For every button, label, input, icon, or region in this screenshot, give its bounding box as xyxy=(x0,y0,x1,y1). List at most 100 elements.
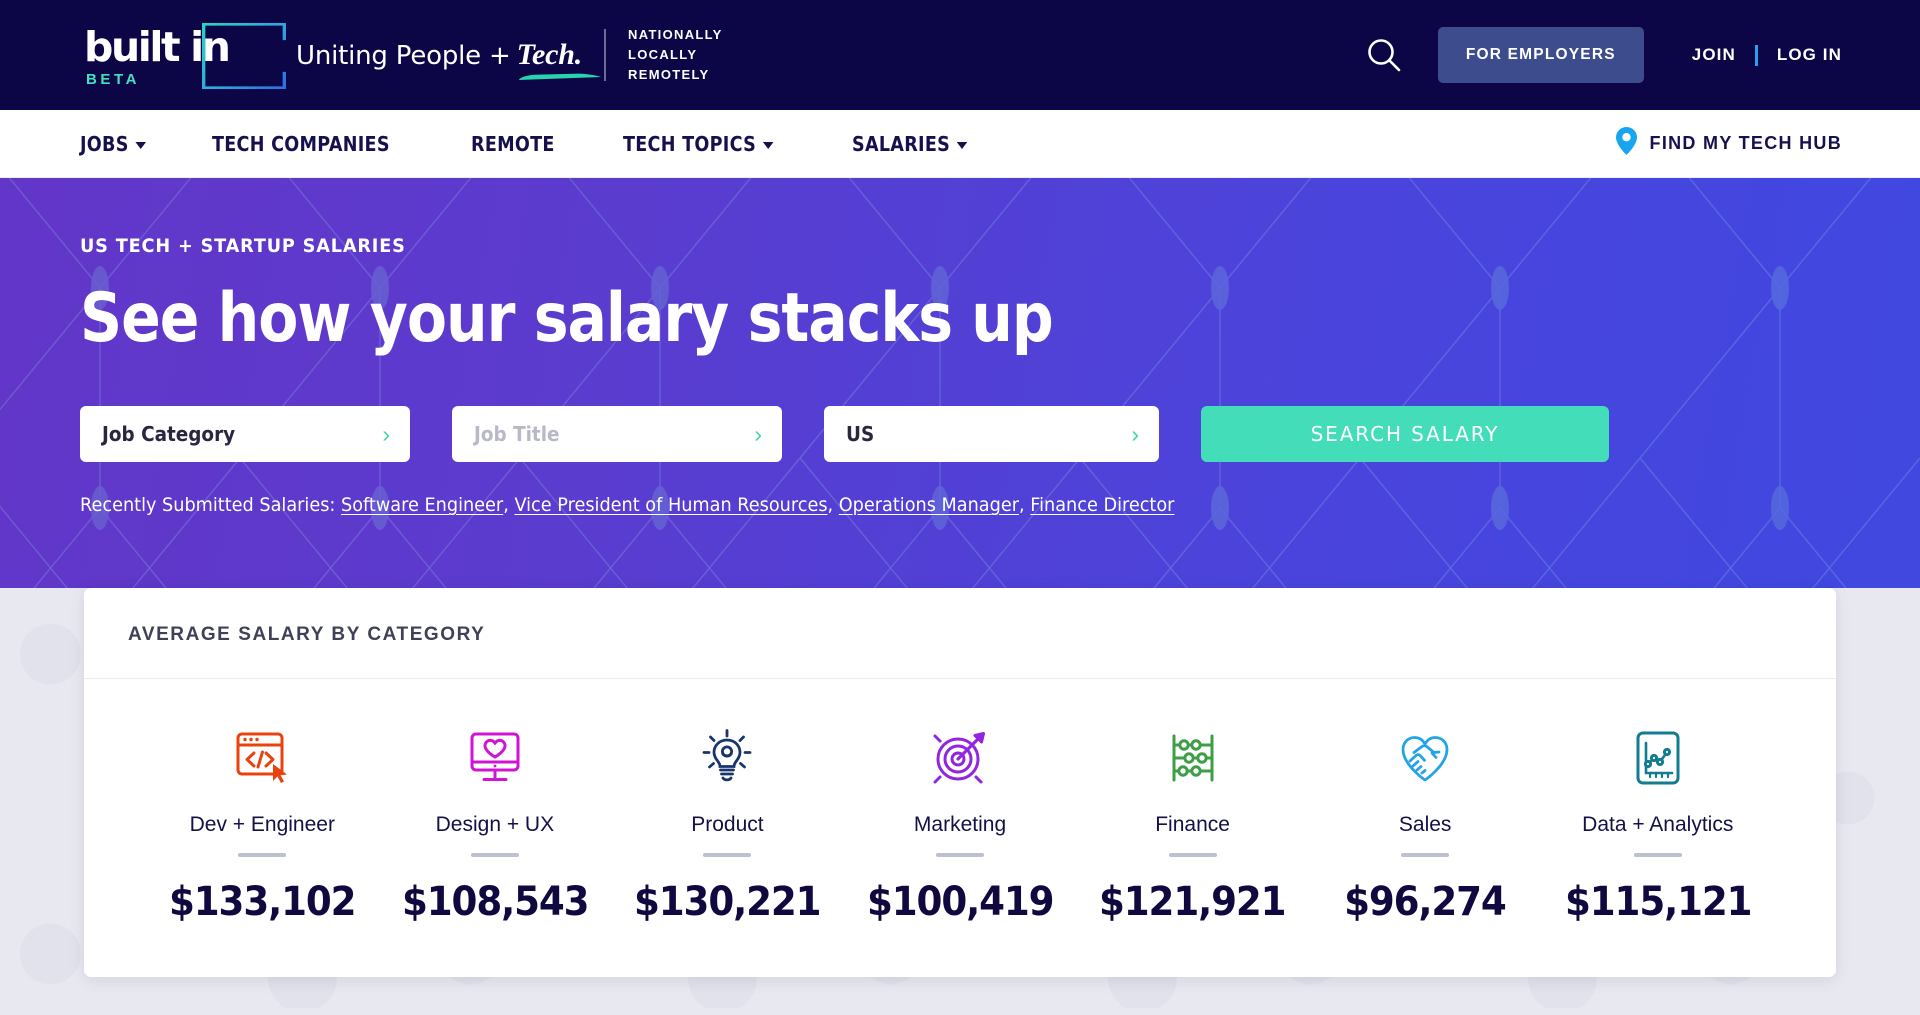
tagline-remotely: REMOTELY xyxy=(628,67,710,83)
top-header-bar: built in BETA Uniting People + Tech. NATI… xyxy=(0,0,1920,110)
nav-item-label: JOBS xyxy=(80,131,129,156)
card-zone: AVERAGE SALARY BY CATEGORY Dev + Enginee… xyxy=(0,588,1920,1008)
nav-item-tech-companies[interactable]: TECH COMPANIES xyxy=(212,132,390,156)
category-rule xyxy=(1168,853,1217,857)
category-amount: $100,419 xyxy=(866,879,1055,925)
category-rule xyxy=(936,853,985,857)
category-design-ux[interactable]: Design + UX $108,543 xyxy=(379,727,612,925)
chevron-down-icon xyxy=(135,141,147,149)
comma-separator: , xyxy=(1018,494,1025,517)
recent-salary-link-operations-manager[interactable]: Operations Manager xyxy=(839,494,1019,516)
tagline-divider xyxy=(604,28,607,81)
category-label: Product xyxy=(691,813,764,836)
average-salary-by-category-card: AVERAGE SALARY BY CATEGORY Dev + Enginee… xyxy=(84,588,1836,977)
tagline-sub-text: NATIONALLY LOCALLY REMOTELY xyxy=(628,25,723,85)
tagline-uniting-text: Uniting People + xyxy=(296,40,511,71)
search-salary-button[interactable]: SEARCH SALARY xyxy=(1201,406,1609,463)
tagline-locally: LOCALLY xyxy=(628,46,698,62)
job-category-select[interactable]: Job Category › xyxy=(80,406,410,463)
comma-separator: , xyxy=(827,494,834,517)
find-my-tech-hub-link[interactable]: FIND MY TECH HUB xyxy=(1615,127,1842,160)
category-dev-engineer[interactable]: Dev + Engineer $133,102 xyxy=(146,727,379,925)
category-rule xyxy=(470,853,519,857)
category-label: Data + Analytics xyxy=(1582,813,1734,836)
nav-item-label: SALARIES xyxy=(851,131,950,156)
nav-item-label: TECH COMPANIES xyxy=(212,131,391,156)
tagline-main-text: Uniting People + Tech. xyxy=(296,38,605,80)
tech-swoosh-underline xyxy=(518,72,605,80)
chevron-right-icon: › xyxy=(754,420,762,447)
hero-content: US TECH + STARTUP SALARIES See how your … xyxy=(80,178,1840,516)
map-pin-icon xyxy=(1615,127,1637,160)
recently-submitted-label: Recently Submitted Salaries: xyxy=(80,494,336,517)
category-sales[interactable]: Sales $96,274 xyxy=(1309,727,1542,925)
logo-beta-label: BETA xyxy=(86,71,141,88)
nav-item-salaries[interactable]: SALARIES xyxy=(852,132,968,156)
join-link[interactable]: JOIN xyxy=(1692,45,1736,65)
nav-item-tech-topics[interactable]: TECH TOPICS xyxy=(623,131,775,156)
nav-item-label: REMOTE xyxy=(471,131,555,156)
category-label: Dev + Engineer xyxy=(189,813,335,836)
recent-salary-link-software-engineer[interactable]: Software Engineer xyxy=(341,494,503,516)
category-product[interactable]: Product $130,221 xyxy=(611,727,844,925)
category-label: Sales xyxy=(1398,813,1452,836)
category-data-analytics[interactable]: Data + Analytics $115,121 xyxy=(1541,727,1774,925)
job-title-value: Job Title xyxy=(474,422,560,447)
auth-separator xyxy=(1754,44,1758,66)
category-amount: $130,221 xyxy=(634,879,822,925)
hero-eyebrow: US TECH + STARTUP SALARIES xyxy=(80,235,406,257)
category-rule xyxy=(1401,853,1450,857)
salary-search-form: Job Category › Job Title › US › SEARCH S… xyxy=(80,406,1840,463)
tagline-tech-script: Tech. xyxy=(517,38,605,80)
main-navigation-bar: JOBS TECH COMPANIES REMOTE TECH TOPICS S… xyxy=(0,110,1920,178)
category-amount: $115,121 xyxy=(1564,879,1753,925)
tagline-group: Uniting People + Tech. NATIONALLY LOCALLY… xyxy=(296,25,723,85)
monitor-heart-icon xyxy=(464,727,526,789)
chevron-right-icon: › xyxy=(1131,420,1139,447)
code-browser-icon xyxy=(231,727,293,789)
search-icon[interactable] xyxy=(1356,27,1412,83)
card-heading: AVERAGE SALARY BY CATEGORY xyxy=(128,624,486,645)
location-select[interactable]: US › xyxy=(824,406,1159,463)
job-title-select[interactable]: Job Title › xyxy=(452,406,782,463)
chevron-right-icon: › xyxy=(382,420,390,447)
abacus-icon xyxy=(1162,727,1224,789)
category-label: Finance xyxy=(1155,813,1230,836)
for-employers-button[interactable]: FOR EMPLOYERS xyxy=(1437,27,1644,83)
logo-wordmark: built in xyxy=(84,23,231,71)
chevron-down-icon xyxy=(956,141,968,149)
job-category-value: Job Category xyxy=(102,422,236,447)
target-dart-icon xyxy=(929,727,991,789)
category-label: Design + UX xyxy=(435,813,555,836)
recently-submitted-salaries: Recently Submitted Salaries: Software En… xyxy=(80,494,1717,516)
nav-item-label: TECH TOPICS xyxy=(623,131,757,156)
nav-item-jobs[interactable]: JOBS xyxy=(80,131,147,156)
category-rule xyxy=(238,853,287,857)
category-finance[interactable]: Finance $121,921 xyxy=(1076,727,1309,925)
recent-salary-link-finance-director[interactable]: Finance Director xyxy=(1030,494,1174,516)
category-amount: $121,921 xyxy=(1099,879,1287,925)
auth-links: JOIN LOG IN xyxy=(1692,44,1842,66)
handshake-heart-icon xyxy=(1394,727,1456,789)
category-amount: $96,274 xyxy=(1344,879,1507,925)
category-rule xyxy=(1633,853,1682,857)
comma-separator: , xyxy=(503,494,509,517)
find-my-tech-hub-label: FIND MY TECH HUB xyxy=(1649,133,1842,153)
category-marketing[interactable]: Marketing $100,419 xyxy=(844,727,1077,925)
chevron-down-icon xyxy=(763,141,775,149)
login-link[interactable]: LOG IN xyxy=(1777,45,1842,65)
chart-document-icon xyxy=(1627,727,1689,789)
builtin-logo[interactable]: built in BETA xyxy=(80,19,286,91)
location-value: US xyxy=(846,422,875,447)
nav-item-remote[interactable]: REMOTE xyxy=(471,132,555,156)
lightbulb-icon xyxy=(696,727,758,789)
logo-mark: built in BETA xyxy=(80,19,286,91)
category-label: Marketing xyxy=(913,813,1007,836)
category-amount: $133,102 xyxy=(169,879,357,925)
recent-salary-link-vp-hr[interactable]: Vice President of Human Resources xyxy=(514,494,827,516)
tagline-nationally: NATIONALLY xyxy=(628,26,723,42)
category-rule xyxy=(703,853,752,857)
salary-category-grid: Dev + Engineer $133,102 Design + UX $108… xyxy=(84,679,1836,925)
category-amount: $108,543 xyxy=(401,879,590,925)
page-title: See how your salary stacks up xyxy=(80,279,1054,358)
